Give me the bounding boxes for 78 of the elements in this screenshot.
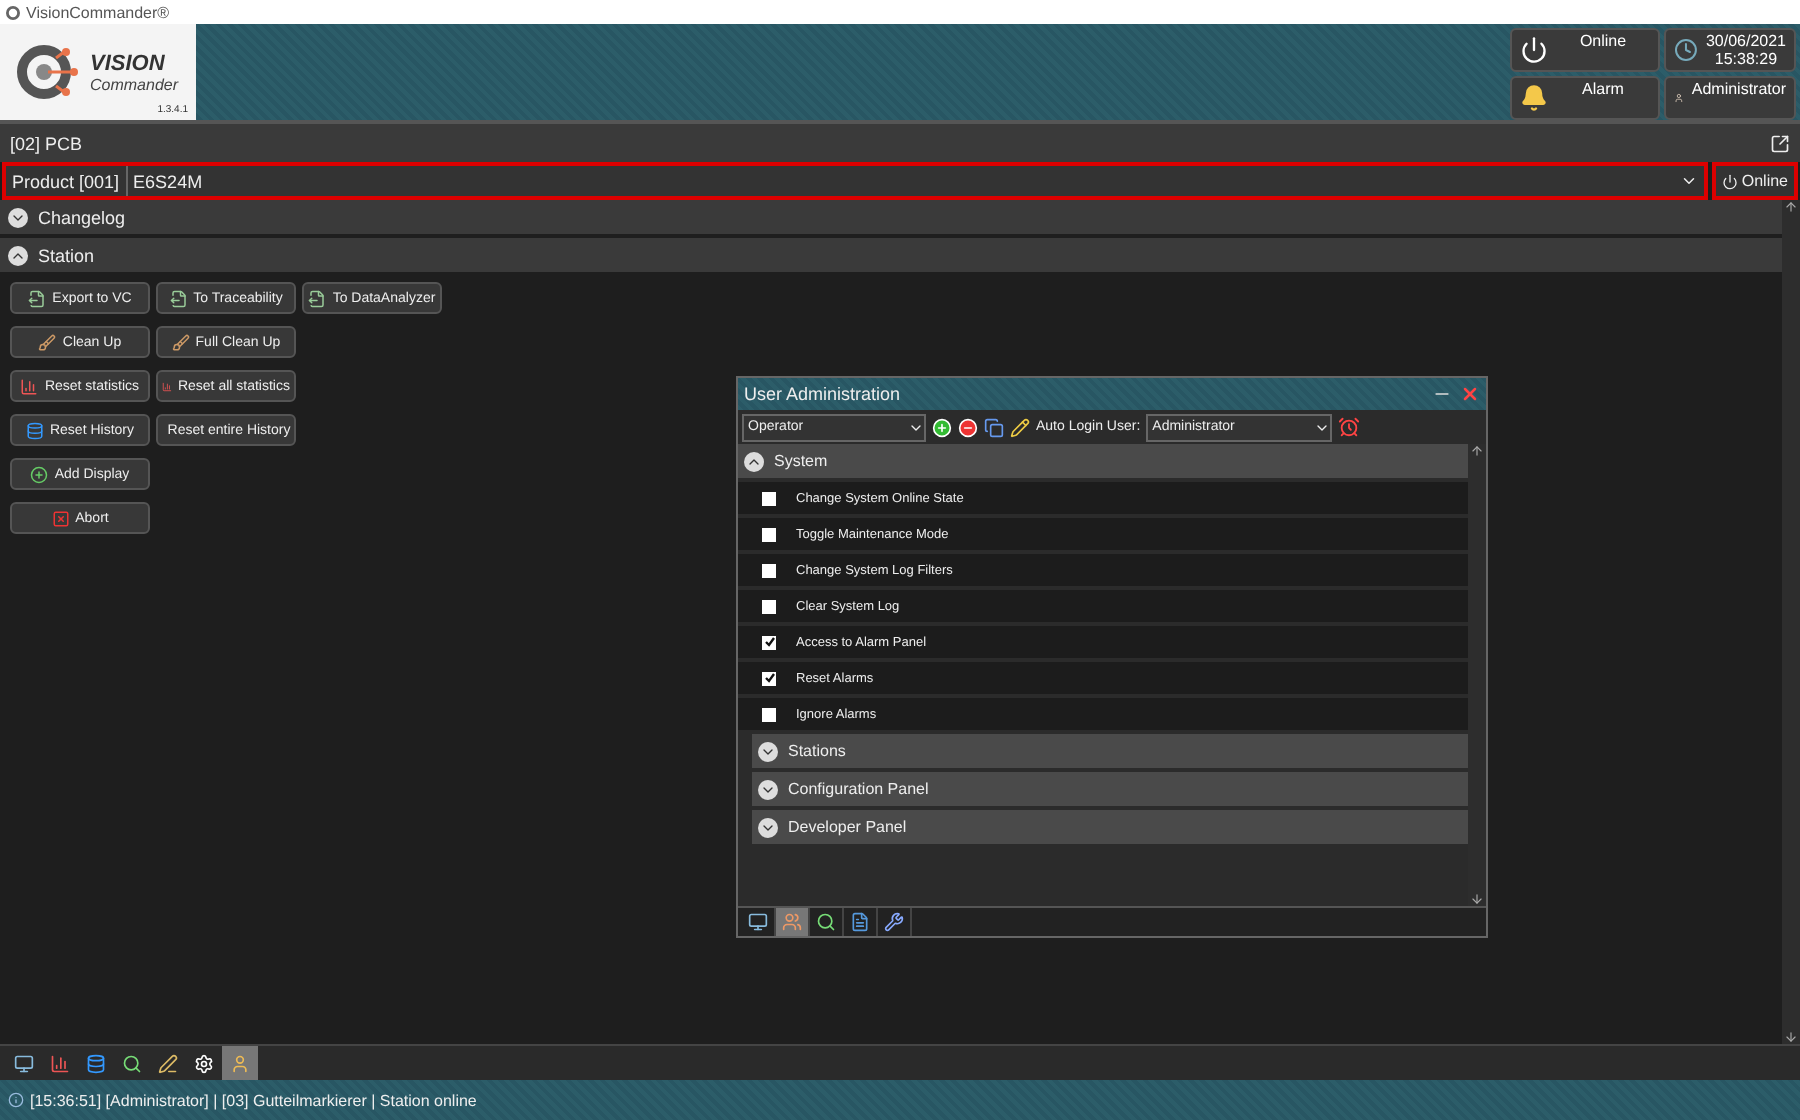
checkbox[interactable] <box>762 671 776 685</box>
checkbox[interactable] <box>762 563 776 577</box>
station-title: [02] PCB <box>10 133 83 153</box>
power-icon <box>1520 36 1548 64</box>
power-icon <box>1721 173 1738 189</box>
group-header[interactable]: Configuration Panel <box>752 772 1468 806</box>
logo-name: VISION <box>90 51 167 75</box>
alarm-clock-icon[interactable] <box>1338 416 1361 438</box>
bar-chart-icon <box>20 377 39 395</box>
scroll-down-icon[interactable] <box>1784 1030 1798 1044</box>
section-title: Changelog <box>38 207 126 227</box>
settings-icon <box>194 1053 214 1073</box>
add-icon[interactable] <box>932 417 952 437</box>
checkbox[interactable] <box>762 599 776 613</box>
section-header[interactable]: Changelog <box>0 200 1782 234</box>
wrench-icon <box>884 912 904 932</box>
collapse-icon <box>744 451 764 471</box>
expand-icon <box>8 207 28 227</box>
status-tile[interactable]: Online <box>1510 28 1660 72</box>
checkbox[interactable] <box>762 635 776 649</box>
document-icon <box>850 912 870 932</box>
group-header[interactable]: System <box>738 444 1468 478</box>
edit-icon <box>158 1053 178 1073</box>
scrollbar[interactable] <box>1468 444 1486 906</box>
section-title: Station <box>38 245 95 265</box>
checkbox[interactable] <box>762 527 776 541</box>
group-title: System <box>774 452 828 470</box>
group-title: Developer Panel <box>788 818 907 836</box>
scrollbar[interactable] <box>1782 200 1800 1044</box>
bar-chart-icon <box>50 1053 70 1073</box>
status-tile[interactable]: Alarm <box>1510 76 1660 120</box>
detach-icon[interactable] <box>1770 133 1790 153</box>
group-title: Stations <box>788 742 846 760</box>
section-header[interactable]: Station <box>0 238 1782 272</box>
clock-icon <box>1674 36 1698 64</box>
checkbox[interactable] <box>762 491 776 505</box>
expand-icon <box>758 741 778 761</box>
app-title: VisionCommander® <box>26 3 170 21</box>
status-message: [15:36:51] [Administrator] | [03] Gutteilmarkierer | Station online <box>30 1091 477 1109</box>
copy-icon[interactable] <box>984 417 1004 437</box>
database-icon <box>25 421 44 439</box>
bar-chart-icon <box>162 377 172 395</box>
monitor-icon <box>748 912 768 932</box>
info-icon <box>8 1092 24 1108</box>
pencil-icon[interactable] <box>1010 417 1030 437</box>
scroll-up-icon[interactable] <box>1470 444 1484 458</box>
logo-subtitle: Commander <box>90 75 179 93</box>
add-icon <box>30 465 49 483</box>
monitor-icon <box>14 1053 34 1073</box>
checkbox[interactable] <box>762 707 776 721</box>
document-icon <box>169 289 188 307</box>
collapse-icon <box>8 245 28 265</box>
group-header[interactable]: Developer Panel <box>752 810 1468 844</box>
expand-icon <box>758 817 778 837</box>
search-icon <box>816 912 836 932</box>
scroll-up-icon[interactable] <box>1784 200 1798 214</box>
product-field[interactable]: Product [001] E6S24M <box>2 162 1708 200</box>
app-logo-icon <box>6 5 20 19</box>
scroll-down-icon[interactable] <box>1470 892 1484 906</box>
document-icon <box>308 289 327 307</box>
user-icon <box>230 1053 250 1073</box>
contacts-icon <box>782 912 802 932</box>
database-icon <box>86 1053 106 1073</box>
expand-icon <box>758 779 778 799</box>
search-icon <box>122 1053 142 1073</box>
close-icon <box>51 509 70 527</box>
document-icon <box>28 289 47 307</box>
product-value: E6S24M <box>133 171 203 191</box>
status-tile[interactable]: Administrator <box>1664 76 1796 120</box>
online-button[interactable]: Online <box>1711 162 1798 200</box>
dialog-tab[interactable] <box>776 908 810 936</box>
dialog-title: User Administration <box>744 384 901 404</box>
group-header[interactable]: Stations <box>752 734 1468 768</box>
remove-icon[interactable] <box>958 417 978 437</box>
group-title: Configuration Panel <box>788 780 929 798</box>
status-tile[interactable]: 30/06/2021 15:38:29 <box>1664 28 1796 72</box>
bell-icon <box>1520 84 1548 112</box>
dropdown-icon <box>1679 172 1698 190</box>
